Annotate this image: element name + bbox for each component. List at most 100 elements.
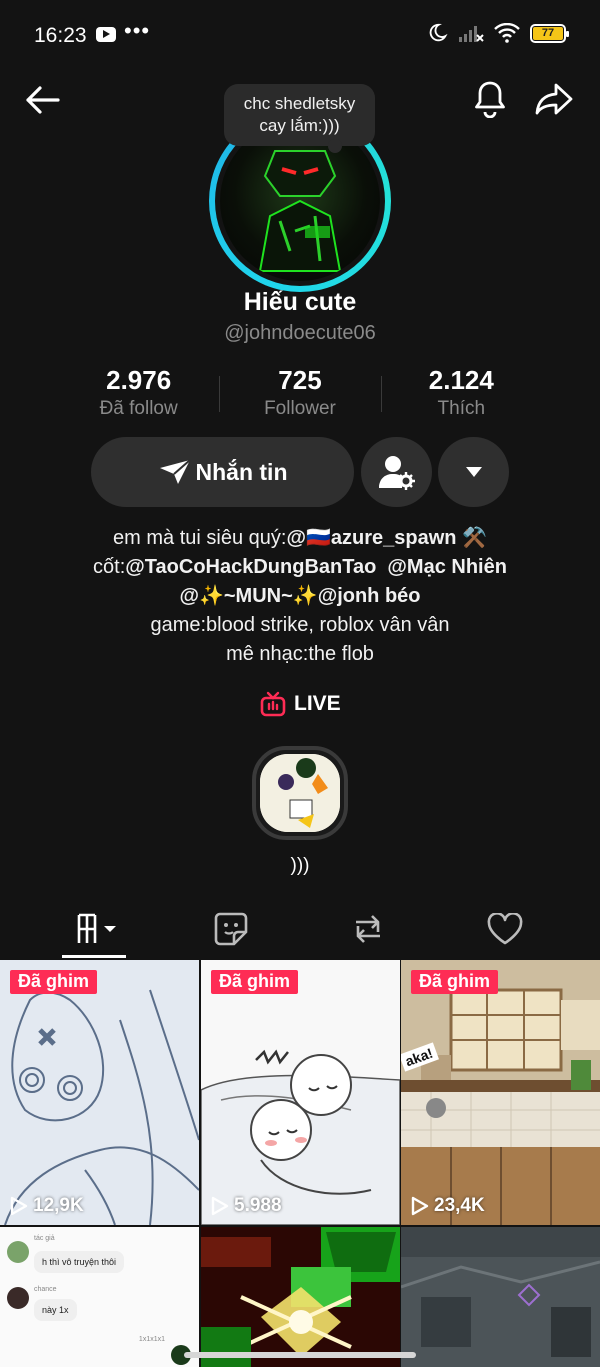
bio-mention[interactable]: @🇷🇺azure_spawn [286,527,456,549]
status-bar: 16:23 ••• 77 [0,0,600,70]
chat-footer: 1x1x1x1 [138,1336,165,1343]
likes-stat[interactable]: 2.124 Thích [380,364,542,424]
profile-tabs [0,900,600,958]
bio-text: em mà tui siêu quý: [113,527,287,549]
arrow-left-icon [26,86,60,114]
video-thumbnail[interactable] [201,1227,400,1367]
chat-user-label: chance [34,1286,57,1293]
heart-icon [487,913,523,945]
friend-settings-button[interactable] [361,437,432,507]
bio-line-1: em mà tui siêu quý:@🇷🇺azure_spawn ⚒️ [0,524,600,553]
chat-message: này 1x [34,1299,77,1321]
play-icon [211,1196,229,1216]
live-label: LIVE [294,692,341,715]
tab-videos[interactable] [50,900,150,958]
battery-icon: 77 [530,23,569,43]
user-gear-icon [378,456,415,490]
video-cover-image [201,1227,400,1367]
play-icon [10,1196,28,1216]
chat-message: h thì vô truyện thôi [34,1251,125,1273]
following-count: 2.976 [106,365,172,395]
followers-stat[interactable]: 725 Follower [219,364,380,424]
video-thumbnail[interactable]: Đã ghim aka! 23,4K [401,960,600,1225]
pinned-badge: Đã ghim [411,970,499,994]
tab-liked[interactable] [455,900,555,958]
bio-text: ⚒️ [456,527,487,549]
bio-mention[interactable]: @✨~MUN~✨ [179,585,317,607]
avatar [7,1287,29,1309]
back-button[interactable] [20,80,64,120]
play-icon [411,1196,429,1216]
video-thumbnail[interactable]: Đã ghim 5.988 [201,960,400,1225]
pinned-badge: Đã ghim [10,970,98,994]
chat-author-label: tác giả [34,1235,55,1242]
bio-line-4: game:blood strike, roblox vân vân [150,614,450,636]
bio-line-3: @✨~MUN~✨@jonh béo [0,582,600,611]
bell-icon [475,81,505,118]
video-thumbnail[interactable]: tác giả h thì vô truyện thôi chance này … [0,1227,199,1367]
repost-icon [356,915,380,943]
status-time: 16:23 [34,24,87,47]
highlight-image [260,754,340,832]
tab-reposts[interactable] [318,900,418,958]
video-grid: Đã ghim 12,9K Đã ghim 5.988 Đã ghim aka!… [0,960,600,1367]
bio-mention[interactable]: @TaoCoHackDungBanTao [125,556,376,578]
username: @johndoecute06 [224,322,376,344]
following-stat[interactable]: 2.976 Đã follow [58,364,219,424]
note-line-1: chc shedletsky [243,94,356,113]
video-cover-image [401,1227,600,1367]
profile-stats: 2.976 Đã follow 725 Follower 2.124 Thích [58,364,542,424]
profile-note-bubble[interactable]: chc shedletsky cay lắm:))) [224,84,375,153]
share-arrow-icon [535,83,573,115]
note-line-2: cay lắm:))) [259,116,340,135]
avatar [7,1241,29,1263]
view-count: 12,9K [10,1195,84,1217]
pinned-badge: Đã ghim [211,970,299,994]
video-thumbnail[interactable]: Đã ghim 12,9K [0,960,199,1225]
live-tv-icon [260,691,286,717]
more-notifications-icon: ••• [124,18,151,43]
view-count: 5.988 [211,1195,282,1217]
message-button[interactable]: Nhắn tin [91,437,354,507]
following-label: Đã follow [99,398,178,419]
display-name: Hiếu cute [243,288,357,316]
live-link[interactable]: LIVE [260,689,341,719]
home-indicator[interactable] [184,1352,416,1358]
youtube-notification-icon [96,27,116,42]
tab-reposts-stickers[interactable] [181,900,281,958]
highlight-label: ))) [290,855,310,876]
bio-mention[interactable]: @Mạc Nhiên [387,556,507,578]
followers-count: 725 [278,365,322,395]
story-highlight[interactable] [252,746,348,840]
view-count: 23,4K [411,1195,485,1217]
battery-level: 77 [533,26,563,40]
send-icon [159,459,191,484]
video-cover-image [0,960,199,1225]
signal-icon [459,26,484,42]
active-tab-indicator [62,955,126,958]
followers-label: Follower [264,398,336,419]
view-count-value: 5.988 [234,1195,282,1216]
highlight-cover [260,754,340,832]
video-cover-image [401,960,600,1225]
bio-mention[interactable]: @jonh béo [318,585,421,607]
likes-label: Thích [437,398,486,419]
bio-line-5: mê nhạc:the flob [226,643,374,665]
moon-icon [429,23,448,42]
video-thumbnail[interactable] [401,1227,600,1367]
bio-line-2: cốt:@TaoCoHackDungBanTao @Mạc Nhiên [0,553,600,582]
profile-bio: em mà tui siêu quý:@🇷🇺azure_spawn ⚒️ cốt… [0,524,600,669]
likes-count: 2.124 [428,365,494,395]
more-options-button[interactable] [438,437,509,507]
wifi-icon [494,23,520,43]
video-cover-image [201,960,400,1225]
sticker-icon [214,912,248,946]
bio-text: cốt: [93,556,126,578]
caret-down-icon [465,467,482,477]
share-button[interactable] [532,78,576,120]
notification-bell-button[interactable] [470,78,510,120]
view-count-value: 23,4K [434,1195,485,1216]
view-count-value: 12,9K [33,1195,84,1216]
message-button-label: Nhắn tin [195,458,288,485]
video-grid-icon [77,913,116,943]
